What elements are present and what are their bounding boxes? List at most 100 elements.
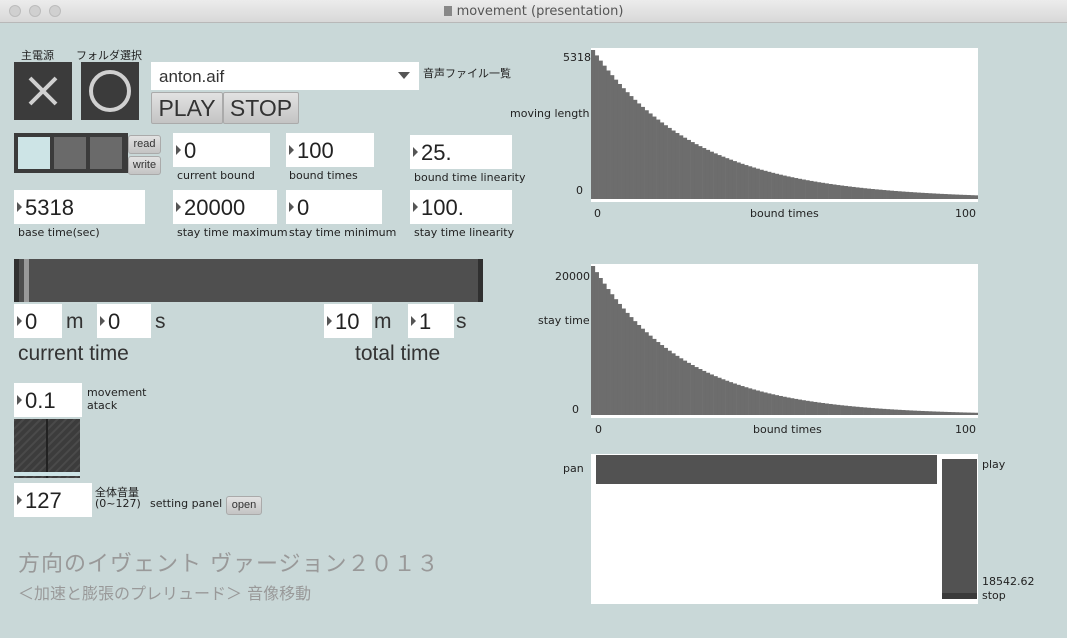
chart-bar [932,193,937,199]
chart-bar [840,185,845,199]
chart-bar [790,398,795,415]
chart-bar [832,184,837,199]
audio-file-select[interactable]: anton.aif [151,62,419,90]
chart-bar [721,379,726,415]
time-progress-slider[interactable] [14,259,483,302]
chart-bar [732,383,737,415]
chart-bar [679,358,684,415]
chart-bar [755,168,760,199]
chart-bar [897,191,902,199]
chart-bar [640,106,645,199]
bound-times-label: bound times [289,169,358,182]
current-minutes-input[interactable]: 0 [14,304,62,338]
chart-bar [817,402,822,415]
current-minutes-unit: m [66,310,84,333]
pan-slider[interactable] [596,455,937,484]
chart-bar [866,188,872,199]
chart-bar [920,192,925,199]
chart-bar [809,401,814,415]
chart-bar [782,396,787,415]
chart-bar [648,113,653,199]
progress-handle[interactable] [24,259,29,302]
chart-bar [671,130,676,199]
chart-bar [824,403,829,415]
chart-bar [702,370,707,415]
chart-bar [652,116,657,199]
chart-bar [924,193,929,199]
chart-bar [859,407,864,415]
base-time-input[interactable]: 5318 [14,190,145,224]
chart-bar [843,186,849,199]
current-bound-input[interactable]: 0 [173,133,270,167]
chart-bar [686,362,691,415]
chart-bar [889,409,894,415]
preset-slot-1[interactable] [18,137,50,169]
chart-bar [771,172,776,199]
chart-bar [602,65,607,199]
current-seconds-input[interactable]: 0 [97,304,151,338]
chart-bar [686,139,691,199]
preset-slot-3[interactable] [90,137,122,169]
chart-bar [958,412,963,415]
power-toggle[interactable] [14,62,72,120]
stay-time-linearity-input[interactable]: 100. [410,190,512,224]
master-volume-input[interactable]: 127 [14,483,92,517]
preset-slot-2[interactable] [54,137,86,169]
chart-bar [820,182,826,199]
chart-bar [859,187,864,199]
stay-time-minimum-value: 0 [297,195,310,220]
open-settings-button[interactable]: open [226,496,262,515]
stay-chart-xmin: 0 [595,423,602,436]
total-minutes-input[interactable]: 10 [324,304,372,338]
stop-button[interactable]: STOP [223,92,299,124]
audio-file-list-label: 音声ファイル一覧 [423,67,511,80]
read-button[interactable]: read [128,135,161,154]
write-button[interactable]: write [128,156,161,175]
chart-bar [679,135,684,199]
window-title: movement (presentation) [0,4,1067,19]
chart-bar [928,411,933,415]
chart-bar [947,412,952,415]
chart-bar [882,408,887,415]
stereo-meter-graphic [14,419,80,478]
chart-bar [755,390,760,415]
bound-time-linearity-input[interactable]: 25. [410,135,512,169]
chart-bar [951,412,956,415]
stay-time-minimum-input[interactable]: 0 [286,190,382,224]
chart-bar [909,410,914,415]
chart-bar [901,191,906,199]
chart-bar [633,321,638,415]
folder-select-button[interactable] [81,62,139,120]
chart-bar [797,399,803,415]
chart-bar [974,195,979,199]
chart-bar [970,195,975,199]
chart-bar [939,193,944,199]
bound-times-input[interactable]: 100 [286,133,374,167]
total-seconds-input[interactable]: 1 [408,304,454,338]
chart-bar [774,395,780,415]
chart-bar [939,411,944,415]
chart-bar [955,194,960,199]
play-stop-slider[interactable] [942,459,977,599]
movement-attack-input[interactable]: 0.1 [14,383,82,417]
stereo-meter [14,419,80,478]
stay-time-maximum-input[interactable]: 20000 [173,190,277,224]
power-label: 主電源 [21,49,54,62]
chart-bar [690,142,695,199]
chart-bar [813,401,818,415]
chart-bar [962,194,967,199]
chart-bar [893,190,898,199]
close-x-icon [28,76,58,106]
chart-bar [847,186,852,199]
chart-bar [671,353,676,415]
chart-bar [824,183,829,199]
chart-bar [905,410,910,415]
chart-bar [621,308,626,415]
chart-bar [705,372,711,415]
chart-bar [763,170,768,199]
document-icon [443,6,452,16]
chart-bar [640,328,645,415]
play-button[interactable]: PLAY [151,92,223,124]
chart-bar [744,387,749,415]
attack-label: atack [87,399,118,412]
